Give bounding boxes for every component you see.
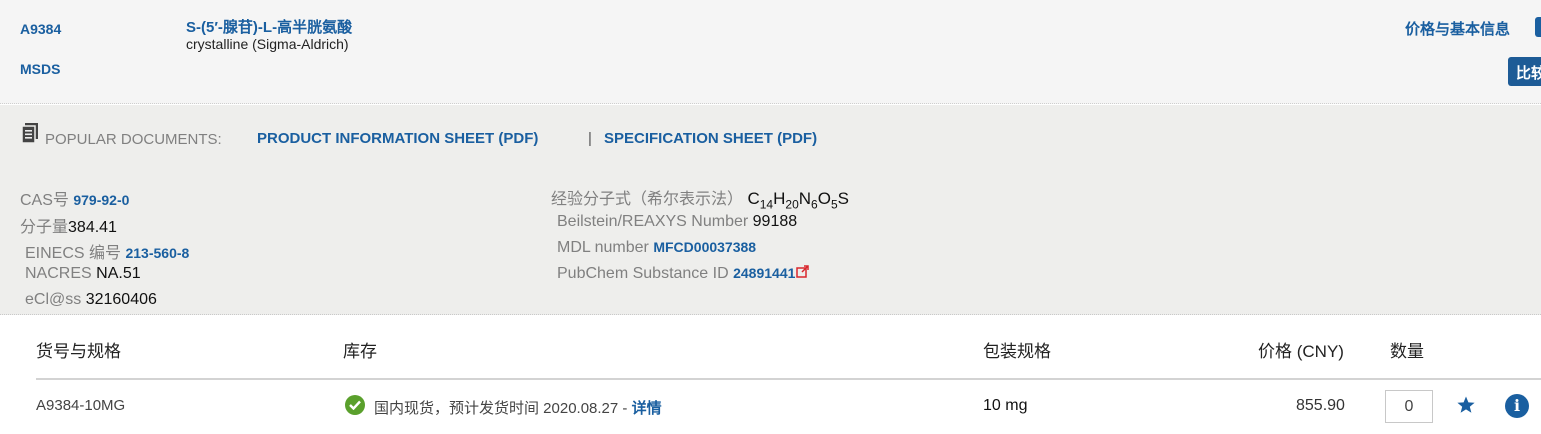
sku-cell: A9384-10MG	[36, 397, 126, 414]
nacres-label: NACRES	[25, 265, 92, 282]
beilstein-label: Beilstein/REAXYS Number	[557, 213, 749, 230]
nacres: NACRES NA.51	[25, 265, 141, 283]
product-header: A9384 MSDS S-(5′-腺苷)-L-高半胱氨酸 crystalline…	[0, 0, 1541, 104]
cas-link[interactable]: 979-92-0	[73, 192, 129, 208]
cas-label: CAS号	[20, 192, 69, 209]
pubchem-id: PubChem Substance ID 24891441	[557, 265, 810, 283]
document-icon	[22, 123, 38, 143]
col-header-sku: 货号与规格	[36, 342, 121, 361]
empirical-formula: 经验分子式（希尔表示法） C14H20N6O5S	[551, 185, 849, 211]
product-name-link[interactable]: S-(5′-腺苷)-L-高半胱氨酸	[186, 16, 352, 37]
eclass-label: eCl@ss	[25, 291, 82, 308]
col-header-pack: 包装规格	[983, 342, 1051, 361]
einecs-link[interactable]: 213-560-8	[125, 245, 189, 261]
col-header-price: 价格 (CNY)	[1258, 342, 1344, 361]
external-link-icon[interactable]	[796, 265, 810, 278]
price-info-link[interactable]: 价格与基本信息	[1405, 18, 1510, 39]
doc-separator: |	[588, 130, 592, 147]
specification-sheet-link[interactable]: SPECIFICATION SHEET (PDF)	[604, 130, 817, 147]
mdl-link[interactable]: MFCD00037388	[653, 239, 756, 255]
quantity-input[interactable]	[1385, 390, 1433, 423]
col-header-stock: 库存	[343, 342, 377, 361]
compare-button[interactable]: 比较	[1508, 57, 1541, 86]
beilstein-number: Beilstein/REAXYS Number 99188	[557, 213, 797, 231]
info-icon[interactable]: i	[1505, 394, 1529, 418]
availability-cell: 国内现货，预计发货时间 2020.08.27 - 详情	[374, 397, 662, 418]
popular-documents-label: POPULAR DOCUMENTS:	[45, 131, 222, 148]
msds-link[interactable]: MSDS	[20, 61, 60, 77]
pubchem-link[interactable]: 24891441	[733, 265, 795, 281]
nacres-value: NA.51	[96, 265, 141, 282]
mdl-label: MDL number	[557, 239, 649, 256]
table-header-divider	[36, 378, 1541, 380]
mw-value: 384.41	[68, 219, 117, 236]
price-toggle-tab[interactable]	[1535, 17, 1541, 37]
mw-label: 分子量	[20, 219, 69, 236]
mdl-number: MDL number MFCD00037388	[557, 239, 756, 257]
formula-value: C14H20N6O5S	[747, 189, 849, 212]
einecs-number: EINECS 编号 213-560-8	[25, 239, 189, 263]
price-cell: 855.90	[1296, 397, 1345, 414]
pubchem-label: PubChem Substance ID	[557, 265, 729, 282]
einecs-label: EINECS 编号	[25, 245, 122, 262]
product-info-sheet-link[interactable]: PRODUCT INFORMATION SHEET (PDF)	[257, 130, 538, 147]
col-header-qty: 数量	[1390, 342, 1424, 361]
eclass: eCl@ss 32160406	[25, 291, 157, 309]
pack-size-cell: 10 mg	[983, 397, 1028, 414]
cas-number: CAS号 979-92-0	[20, 186, 129, 210]
star-icon[interactable]	[1456, 395, 1476, 415]
molecular-weight: 分子量384.41	[20, 213, 117, 237]
eclass-value: 32160406	[85, 291, 157, 308]
beilstein-value: 99188	[752, 213, 798, 230]
product-id-link[interactable]: A9384	[20, 21, 61, 37]
product-description: crystalline (Sigma-Aldrich)	[186, 36, 349, 52]
availability-text: 国内现货，预计发货时间 2020.08.27 -	[374, 400, 628, 417]
formula-label: 经验分子式（希尔表示法）	[551, 191, 744, 208]
check-circle-icon	[345, 395, 365, 415]
details-link[interactable]: 详情	[632, 400, 662, 417]
